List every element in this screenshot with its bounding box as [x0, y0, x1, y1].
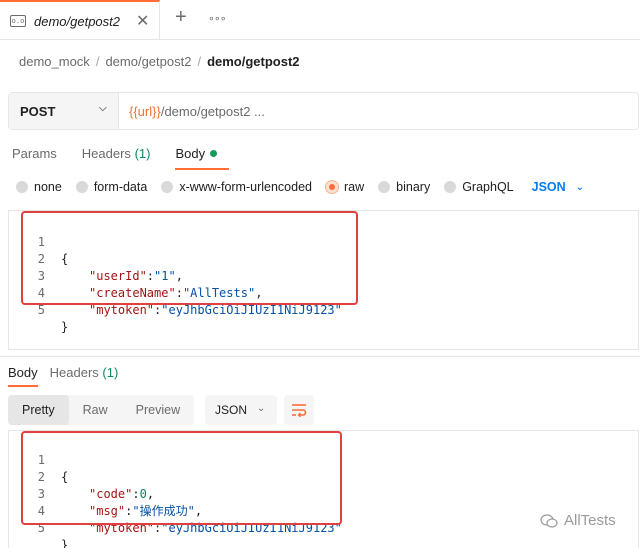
tab-params[interactable]: Params — [12, 146, 57, 170]
body-type-selector: none form-data x-www-form-urlencoded raw… — [16, 180, 584, 194]
radio-label: raw — [344, 180, 365, 194]
url-path: /demo/getpost2 ... — [160, 103, 265, 119]
url-input[interactable]: {{url}}/demo/getpost2 ... — [119, 93, 265, 129]
tab-params-label: Params — [12, 146, 57, 161]
breadcrumb-separator: / — [197, 54, 202, 69]
json-key: "mytoken" — [89, 303, 155, 317]
tab-response-body-label: Body — [8, 365, 38, 380]
tab-response-body[interactable]: Body — [8, 365, 38, 387]
wrap-lines-button[interactable] — [284, 395, 314, 425]
response-highlight-box — [21, 431, 342, 525]
radio-label: x-www-form-urlencoded — [179, 180, 312, 194]
radio-label: binary — [396, 180, 431, 194]
radio-icon — [378, 181, 391, 193]
http-request-icon: o.o — [10, 15, 26, 27]
tab-headers-label: Headers — [81, 146, 131, 161]
request-tabs: Params Headers (1) Body — [12, 146, 242, 170]
view-preview-button[interactable]: Preview — [122, 395, 194, 425]
radio-urlencoded[interactable]: x-www-form-urlencoded — [161, 180, 312, 194]
method-label: POST — [20, 103, 56, 119]
chevron-down-icon: ⌄ — [257, 403, 266, 414]
request-tab[interactable]: o.o demo/getpost2 ✕ — [0, 0, 160, 40]
language-label: JSON — [531, 180, 566, 194]
radio-icon — [161, 181, 174, 193]
radio-label: none — [34, 180, 62, 194]
response-tabs: Body Headers (1) — [8, 365, 130, 387]
response-format-label: JSON — [215, 403, 248, 417]
radio-label: form-data — [93, 180, 148, 194]
watermark: AllTests — [540, 512, 616, 529]
breadcrumb-item-folder[interactable]: demo/getpost2 — [105, 54, 191, 69]
tab-response-headers[interactable]: Headers (1) — [50, 365, 119, 387]
code-text: } — [61, 538, 69, 548]
radio-raw[interactable]: raw — [326, 180, 364, 194]
headers-count: (1) — [134, 146, 151, 161]
pane-divider[interactable] — [0, 356, 640, 357]
response-headers-count: (1) — [102, 365, 119, 380]
chevron-down-icon: ⌄ — [575, 181, 585, 193]
view-raw-button[interactable]: Raw — [69, 395, 122, 425]
more-options-icon[interactable]: ∘∘∘ — [208, 12, 227, 25]
breadcrumb-separator: / — [95, 54, 100, 69]
tab-bar: o.o demo/getpost2 ✕ + ∘∘∘ — [0, 0, 640, 40]
radio-graphql[interactable]: GraphQL — [444, 180, 514, 194]
request-highlight-box — [21, 211, 358, 305]
tab-title: demo/getpost2 — [34, 13, 121, 29]
tab-headers[interactable]: Headers (1) — [82, 146, 151, 170]
method-select[interactable]: POST ⌵ — [9, 93, 119, 129]
response-format-select[interactable]: JSON ⌄ — [205, 395, 277, 425]
radio-icon — [444, 181, 457, 193]
radio-selected-icon — [326, 181, 338, 193]
view-pretty-button[interactable]: Pretty — [8, 395, 69, 425]
url-bar: POST ⌵ {{url}}/demo/getpost2 ... — [8, 92, 639, 130]
breadcrumb: demo_mock / demo/getpost2 / demo/getpost… — [19, 54, 300, 69]
radio-label: GraphQL — [462, 180, 514, 194]
wrap-lines-icon — [292, 404, 307, 417]
url-variable: {{url}} — [129, 103, 161, 119]
language-select[interactable]: JSON ⌄ — [532, 180, 584, 194]
watermark-text: AllTests — [564, 512, 616, 529]
json-value: "eyJhbGciOiJIUzI1NiJ9123" — [161, 303, 342, 317]
radio-form-data[interactable]: form-data — [75, 180, 148, 194]
breadcrumb-item-collection[interactable]: demo_mock — [19, 54, 90, 69]
tab-response-headers-label: Headers — [49, 365, 99, 380]
radio-icon — [75, 181, 88, 193]
radio-binary[interactable]: binary — [378, 180, 430, 194]
radio-icon — [16, 181, 28, 193]
radio-none[interactable]: none — [16, 180, 62, 194]
body-indicator-dot — [210, 150, 218, 157]
breadcrumb-current[interactable]: demo/getpost2 — [207, 54, 299, 69]
tab-body[interactable]: Body — [175, 146, 229, 170]
new-tab-button[interactable]: + — [175, 6, 187, 29]
tab-body-label: Body — [175, 146, 206, 161]
code-text: } — [61, 320, 69, 334]
wechat-icon — [540, 513, 558, 528]
chevron-down-icon: ⌵ — [99, 103, 107, 114]
response-view-toggle: Pretty Raw Preview — [8, 395, 195, 425]
close-icon[interactable]: ✕ — [136, 11, 149, 31]
